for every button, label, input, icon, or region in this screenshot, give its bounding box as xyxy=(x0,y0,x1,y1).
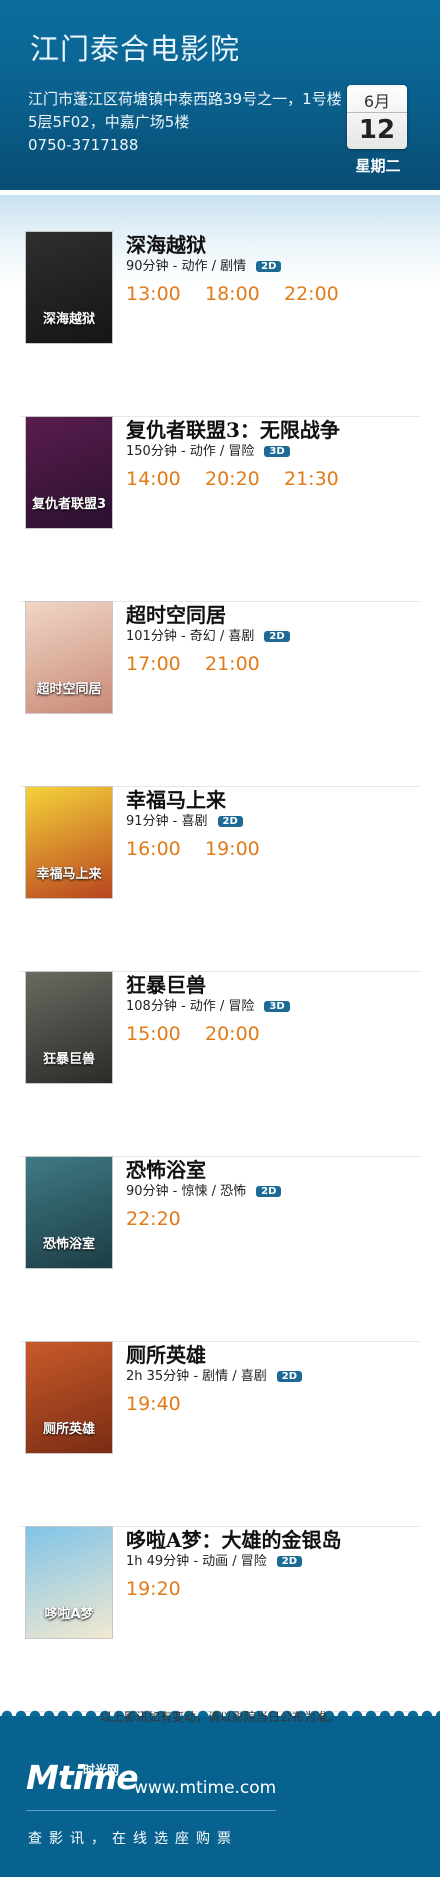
showtime[interactable]: 19:00 xyxy=(205,838,284,860)
movie-poster-title: 复仇者联盟3 xyxy=(31,497,107,512)
movie-item[interactable]: 复仇者联盟3 复仇者联盟3：无限战争 150分钟 - 动作 / 冒险 3D 14:00 2… xyxy=(20,416,420,602)
movie-title[interactable]: 幸福马上来 xyxy=(126,784,226,813)
format-badge: 2D xyxy=(217,816,243,827)
showtime[interactable]: 17:00 xyxy=(126,653,205,675)
movie-title[interactable]: 厕所英雄 xyxy=(126,1339,206,1368)
movie-info: 1h 49分钟 - 动画 / 冒险 2D xyxy=(126,1550,303,1569)
format-badge: 2D xyxy=(256,261,282,272)
cinema-phone[interactable]: 0750-3717188 xyxy=(28,136,138,154)
movie-poster[interactable]: 哆啦A梦 xyxy=(25,1526,113,1639)
movie-poster[interactable]: 幸福马上来 xyxy=(25,786,113,899)
mtime-logo-cn: 时光网 xyxy=(83,1763,120,1777)
showtime[interactable]: 18:00 xyxy=(205,283,284,305)
format-badge: 2D xyxy=(256,1186,282,1197)
movie-poster-title: 幸福马上来 xyxy=(36,867,102,882)
movie-title[interactable]: 超时空同居 xyxy=(126,599,226,628)
movie-info: 101分钟 - 奇幻 / 喜剧 2D xyxy=(126,625,290,644)
movie-item[interactable]: 恐怖浴室 恐怖浴室 90分钟 - 惊悚 / 恐怖 2D 22:20 xyxy=(20,1156,420,1342)
cinema-address: 江门市蓬江区荷塘镇中泰西路39号之一，1号楼5层5F02，中嘉广场5楼 xyxy=(28,90,342,131)
schedule-notice-text: 以上影讯如有变动，请以影院当日公布为准。 xyxy=(99,1710,340,1724)
movie-item[interactable]: 哆啦A梦 哆啦A梦：大雄的金银岛 1h 49分钟 - 动画 / 冒险 2D 19:20 xyxy=(20,1526,420,1712)
movie-poster[interactable]: 厕所英雄 xyxy=(25,1341,113,1454)
showtimes: 16:00 19:00 xyxy=(126,838,284,860)
movie-info-text: 91分钟 - 喜剧 xyxy=(126,814,208,829)
showtimes: 14:00 20:20 21:30 xyxy=(126,468,363,490)
date-month: 6月 xyxy=(347,85,407,113)
movie-info: 90分钟 - 惊悚 / 恐怖 2D xyxy=(126,1180,282,1199)
showtimes: 22:20 xyxy=(126,1208,205,1230)
showtime[interactable]: 20:00 xyxy=(205,1023,284,1045)
movie-poster-title: 狂暴巨兽 xyxy=(42,1052,95,1067)
movie-item[interactable]: 厕所英雄 厕所英雄 2h 35分钟 - 剧情 / 喜剧 2D 19:40 xyxy=(20,1341,420,1527)
movie-info-text: 90分钟 - 动作 / 剧情 xyxy=(126,259,247,274)
movie-item[interactable]: 深海越狱 深海越狱 90分钟 - 动作 / 剧情 2D 13:00 18:00 22:00 xyxy=(20,231,420,417)
footer-slogan: 查影讯，在线选座购票 xyxy=(28,1831,238,1847)
showtimes: 13:00 18:00 22:00 xyxy=(126,283,363,305)
movie-poster[interactable]: 狂暴巨兽 xyxy=(25,971,113,1084)
movie-info: 91分钟 - 喜剧 2D xyxy=(126,810,243,829)
movie-poster-title: 厕所英雄 xyxy=(42,1422,95,1437)
movie-info: 90分钟 - 动作 / 剧情 2D xyxy=(126,255,282,274)
movie-info: 2h 35分钟 - 剧情 / 喜剧 2D xyxy=(126,1365,303,1384)
cinema-header: 江门泰合电影院 江门市蓬江区荷塘镇中泰西路39号之一，1号楼5层5F02，中嘉广… xyxy=(0,0,440,190)
movie-info: 150分钟 - 动作 / 冒险 3D xyxy=(126,440,290,459)
showtime[interactable]: 16:00 xyxy=(126,838,205,860)
movie-item[interactable]: 超时空同居 超时空同居 101分钟 - 奇幻 / 喜剧 2D 17:00 21:00 xyxy=(20,601,420,787)
movie-title[interactable]: 深海越狱 xyxy=(126,229,206,258)
showtime[interactable]: 15:00 xyxy=(126,1023,205,1045)
mtime-site-link[interactable]: www.mtime.com xyxy=(134,1778,276,1798)
movie-title[interactable]: 哆啦A梦：大雄的金银岛 xyxy=(126,1524,342,1553)
showtime[interactable]: 19:40 xyxy=(126,1393,205,1415)
format-badge: 2D xyxy=(264,631,290,642)
movie-title[interactable]: 恐怖浴室 xyxy=(126,1154,206,1183)
movie-poster[interactable]: 超时空同居 xyxy=(25,601,113,714)
movie-info: 108分钟 - 动作 / 冒险 3D xyxy=(126,995,290,1014)
showtime[interactable]: 14:00 xyxy=(126,468,205,490)
movie-poster-title: 深海越狱 xyxy=(42,312,95,327)
movie-info-text: 101分钟 - 奇幻 / 喜剧 xyxy=(126,629,255,644)
showtimes: 17:00 21:00 xyxy=(126,653,284,675)
movie-poster-title: 恐怖浴室 xyxy=(42,1237,95,1252)
movie-title[interactable]: 复仇者联盟3：无限战争 xyxy=(126,414,340,443)
showtimes: 15:00 20:00 xyxy=(126,1023,284,1045)
movie-poster[interactable]: 深海越狱 xyxy=(25,231,113,344)
movie-info-text: 90分钟 - 惊悚 / 恐怖 xyxy=(126,1184,247,1199)
showtime[interactable]: 22:00 xyxy=(284,283,363,305)
date-day: 12 xyxy=(358,115,396,145)
showtime[interactable]: 21:00 xyxy=(205,653,284,675)
movie-info-text: 1h 49分钟 - 动画 / 冒险 xyxy=(126,1554,267,1569)
format-badge: 2D xyxy=(276,1556,303,1567)
movie-poster-title: 哆啦A梦 xyxy=(44,1607,94,1622)
movie-poster[interactable]: 恐怖浴室 xyxy=(25,1156,113,1269)
movie-title[interactable]: 狂暴巨兽 xyxy=(126,969,206,998)
movie-item[interactable]: 幸福马上来 幸福马上来 91分钟 - 喜剧 2D 16:00 19:00 xyxy=(20,786,420,972)
movie-info-text: 2h 35分钟 - 剧情 / 喜剧 xyxy=(126,1369,267,1384)
showtime[interactable]: 13:00 xyxy=(126,283,205,305)
footer-divider xyxy=(26,1810,276,1811)
format-badge: 3D xyxy=(264,446,290,457)
date-weekday: 星期二 xyxy=(355,157,401,175)
movie-info-text: 150分钟 - 动作 / 冒险 xyxy=(126,444,255,459)
showtime[interactable]: 21:30 xyxy=(284,468,363,490)
date-card: 6月 12 xyxy=(347,85,407,149)
showtime[interactable]: 19:20 xyxy=(126,1578,205,1600)
movie-poster-title: 超时空同居 xyxy=(36,682,102,697)
format-badge: 3D xyxy=(264,1001,290,1012)
showtime[interactable]: 20:20 xyxy=(205,468,284,490)
showtimes: 19:40 xyxy=(126,1393,205,1415)
movie-item[interactable]: 狂暴巨兽 狂暴巨兽 108分钟 - 动作 / 冒险 3D 15:00 20:00 xyxy=(20,971,420,1157)
movie-poster[interactable]: 复仇者联盟3 xyxy=(25,416,113,529)
format-badge: 2D xyxy=(276,1371,303,1382)
showtime[interactable]: 22:20 xyxy=(126,1208,205,1230)
showtimes: 19:20 xyxy=(126,1578,205,1600)
movie-info-text: 108分钟 - 动作 / 冒险 xyxy=(126,999,255,1014)
mtime-logo[interactable]: Mtime xyxy=(26,1758,139,1797)
cinema-name: 江门泰合电影院 xyxy=(30,32,241,66)
